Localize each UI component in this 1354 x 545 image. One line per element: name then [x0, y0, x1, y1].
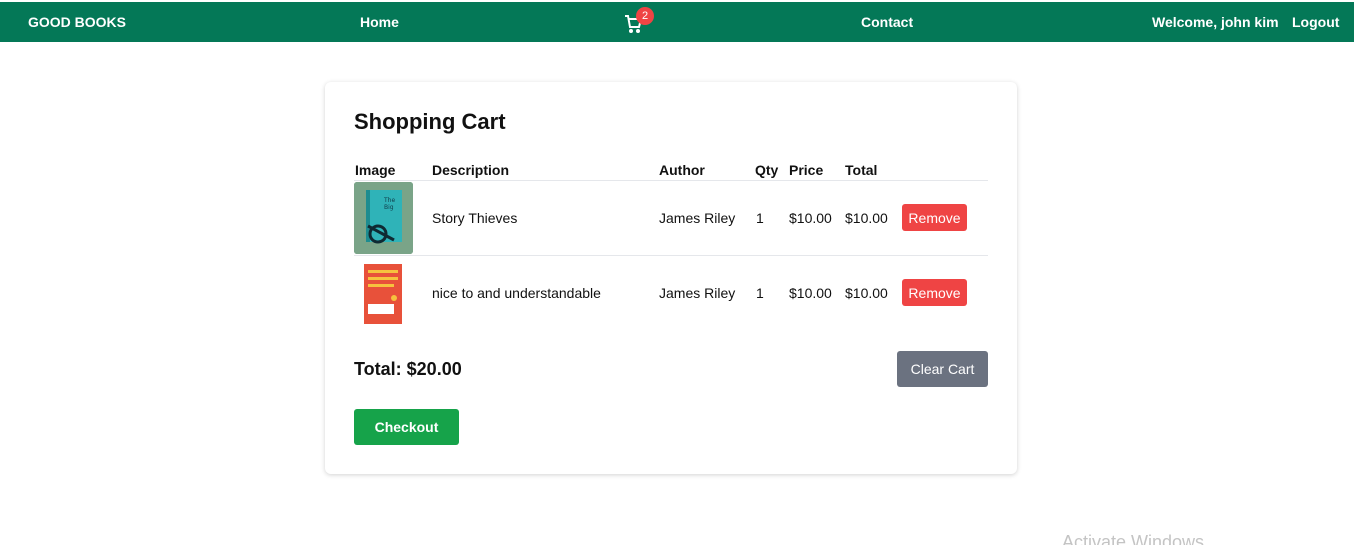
book-description: Story Thieves	[432, 210, 518, 226]
column-header-image: Image	[355, 162, 396, 178]
top-navbar: GOOD BOOKS Home 2 Contact Welcome, john …	[0, 2, 1354, 42]
column-header-author: Author	[659, 162, 705, 178]
book-qty: 1	[756, 210, 764, 226]
brand-logo[interactable]: GOOD BOOKS	[28, 14, 126, 30]
logout-link[interactable]: Logout	[1292, 14, 1339, 30]
column-header-price: Price	[789, 162, 824, 178]
column-header-total: Total	[845, 162, 878, 178]
checkout-button[interactable]: Checkout	[354, 409, 459, 445]
column-header-qty: Qty	[755, 162, 779, 178]
nav-home-link[interactable]: Home	[360, 14, 399, 30]
book-qty: 1	[756, 285, 764, 301]
book-author: James Riley	[659, 285, 736, 301]
book-author: James Riley	[659, 210, 736, 226]
svg-text:Big: Big	[384, 204, 394, 211]
row-divider	[354, 255, 988, 256]
nav-contact-link[interactable]: Contact	[861, 14, 913, 30]
svg-text:The: The	[383, 197, 395, 204]
cart-count-badge: 2	[636, 7, 654, 25]
book-price: $10.00	[789, 285, 832, 301]
clear-cart-button[interactable]: Clear Cart	[897, 351, 988, 387]
activate-windows-watermark: Activate Windows	[1062, 532, 1205, 545]
book-price: $10.00	[789, 210, 832, 226]
page-title: Shopping Cart	[354, 109, 506, 134]
book-cover-image: The Big	[354, 182, 413, 254]
book-total: $10.00	[845, 210, 888, 226]
book-cover-image	[354, 258, 413, 330]
remove-button[interactable]: Remove	[902, 279, 967, 306]
column-header-description: Description	[432, 162, 510, 178]
header-divider	[354, 180, 988, 181]
shopping-cart-card: Shopping Cart Image Description Author Q…	[325, 82, 1017, 474]
cart-button[interactable]: 2	[624, 7, 654, 36]
book-total: $10.00	[845, 285, 888, 301]
remove-button[interactable]: Remove	[902, 204, 967, 231]
cart-total: Total: $20.00	[354, 359, 462, 379]
book-description: nice to and understandable	[432, 285, 601, 301]
welcome-text: Welcome, john kim	[1152, 14, 1279, 30]
